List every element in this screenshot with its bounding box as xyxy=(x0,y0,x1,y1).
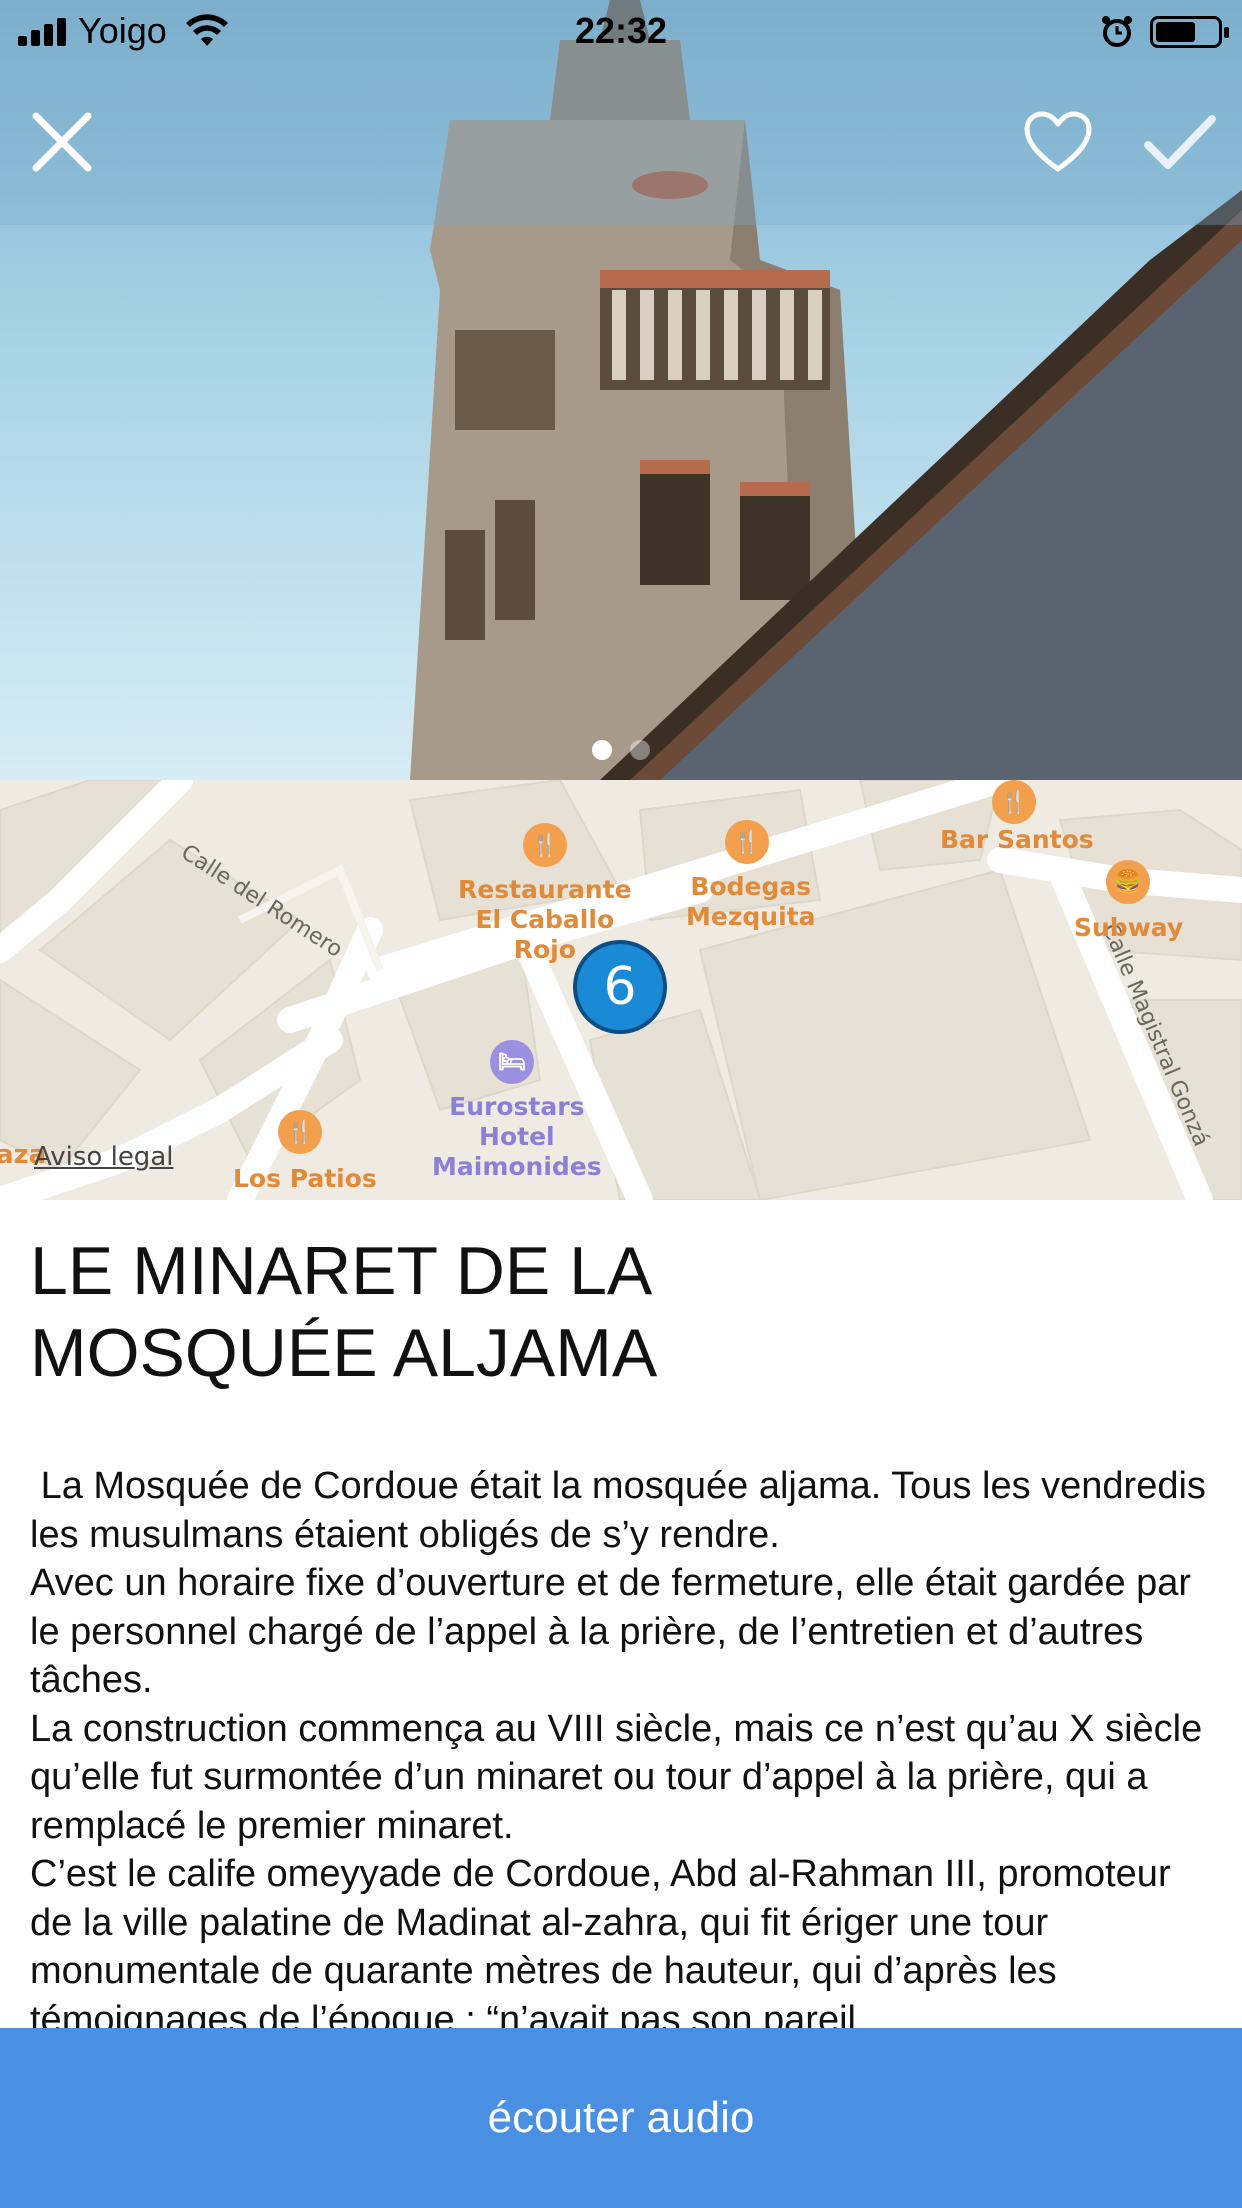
page-dot[interactable] xyxy=(592,740,612,760)
location-map[interactable]: Calle del Romero Calle Magistral Gonzá 🍴… xyxy=(0,780,1242,1200)
place-details: LE MINARET DE LA MOSQUÉE ALJAMA La Mosqu… xyxy=(30,1230,1220,2030)
legal-link[interactable]: Aviso legal xyxy=(34,1142,173,1172)
favorite-button[interactable] xyxy=(1018,102,1098,182)
title-line: LE MINARET DE LA xyxy=(30,1233,653,1309)
poi-label[interactable]: Bodegas Mezquita xyxy=(686,872,815,932)
place-photo[interactable]: Yoigo 22:32 xyxy=(0,0,1242,780)
description-text: La Mosquée de Cordoue était la mosquée a… xyxy=(30,1465,1206,2030)
restaurant-pin-icon[interactable]: 🍴 xyxy=(278,1110,322,1154)
title-line: MOSQUÉE ALJAMA xyxy=(30,1315,658,1391)
fast-food-pin-icon[interactable]: 🍔 xyxy=(1106,860,1150,904)
alarm-icon xyxy=(1102,16,1132,47)
restaurant-pin-icon[interactable]: 🍴 xyxy=(523,823,567,867)
battery-level xyxy=(1156,22,1195,42)
page-title: LE MINARET DE LA MOSQUÉE ALJAMA xyxy=(30,1230,1220,1394)
poi-label[interactable]: Subway xyxy=(1074,913,1183,943)
close-icon xyxy=(32,112,92,172)
restaurant-pin-icon[interactable]: 🍴 xyxy=(992,780,1036,824)
poi-label[interactable]: Los Patios xyxy=(233,1164,377,1194)
close-button[interactable] xyxy=(22,102,102,182)
poi-label[interactable]: Bar Santos xyxy=(940,825,1094,855)
status-bar: Yoigo 22:32 xyxy=(0,0,1242,62)
battery-icon xyxy=(1150,16,1229,48)
clock: 22:32 xyxy=(574,10,668,51)
checkmark-icon xyxy=(1144,115,1216,169)
page-dot[interactable] xyxy=(630,740,650,760)
visited-button[interactable] xyxy=(1140,102,1220,182)
poi-label[interactable]: Eurostars Hotel Maimonides xyxy=(432,1092,602,1182)
restaurant-pin-icon[interactable]: 🍴 xyxy=(725,820,769,864)
stop-number-marker[interactable]: 6 xyxy=(573,940,667,1034)
hotel-pin-icon[interactable]: 🛏 xyxy=(490,1040,534,1084)
gallery-page-indicator xyxy=(0,740,1242,760)
listen-audio-button[interactable]: écouter audio xyxy=(0,2028,1242,2208)
description: La Mosquée de Cordoue était la mosquée a… xyxy=(30,1462,1220,2030)
heart-outline-icon xyxy=(1024,111,1092,172)
